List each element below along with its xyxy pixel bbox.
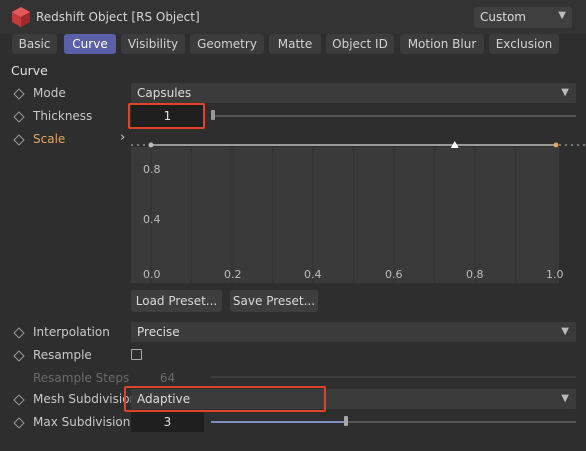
resample-steps-input[interactable]: 64 (131, 368, 204, 388)
save-preset-button[interactable]: Save Preset... (230, 290, 318, 312)
resample-label: Resample (33, 348, 92, 362)
keyframe-diamond-icon[interactable] (13, 394, 25, 406)
mode-label: Mode (33, 86, 66, 100)
keyframe-diamond-icon[interactable] (13, 88, 25, 100)
panel-title: Redshift Object [RS Object] (36, 10, 200, 24)
curve-point[interactable] (553, 142, 559, 148)
tab-exclusion[interactable]: Exclusion (489, 34, 559, 54)
scale-label: Scale (33, 132, 66, 146)
preset-value: Custom (480, 10, 526, 24)
interpolation-label: Interpolation (33, 325, 110, 339)
x-tick-label: 1.0 (546, 268, 564, 281)
chevron-down-icon: ▼ (561, 326, 569, 337)
y-tick-label: 0.4 (143, 213, 161, 226)
tab-visibility[interactable]: Visibility (121, 34, 185, 54)
mode-value: Capsules (137, 86, 192, 100)
curve-svg (131, 141, 586, 283)
tab-basic[interactable]: Basic (12, 34, 57, 54)
thickness-slider-handle[interactable] (211, 110, 215, 120)
mesh-subdivision-highlight-box (124, 386, 326, 412)
max-subdivisions-label: Max Subdivisions (33, 415, 137, 429)
x-tick-label: 0.4 (304, 268, 322, 281)
tab-motion-blur[interactable]: Motion Blur (400, 34, 484, 54)
keyframe-diamond-icon[interactable] (13, 111, 25, 123)
chevron-down-icon: ▼ (561, 87, 569, 98)
thickness-slider-track[interactable] (211, 115, 576, 117)
keyframe-diamond-icon[interactable] (13, 350, 25, 362)
redshift-logo-icon (12, 7, 30, 27)
chevron-down-icon: ▼ (561, 393, 569, 404)
tab-curve[interactable]: Curve (64, 34, 116, 54)
max-subdivisions-slider-handle[interactable] (344, 416, 349, 426)
thickness-label: Thickness (33, 109, 93, 123)
section-title: Curve (11, 63, 48, 78)
x-tick-label: 0.0 (143, 268, 161, 281)
resample-checkbox[interactable] (131, 349, 142, 360)
mode-dropdown[interactable]: Capsules ▼ (131, 83, 576, 103)
x-tick-label: 0.2 (224, 268, 242, 281)
load-preset-button[interactable]: Load Preset... (131, 290, 222, 312)
thickness-highlight-box (128, 103, 205, 129)
keyframe-diamond-icon[interactable] (13, 327, 25, 339)
keyframe-diamond-icon[interactable] (13, 417, 25, 429)
y-tick-label: 0.8 (143, 163, 161, 176)
expand-arrow-icon[interactable]: › (120, 130, 125, 145)
tab-matte[interactable]: Matte (269, 34, 321, 54)
tab-geometry[interactable]: Geometry (190, 34, 264, 54)
mesh-subdivision-label: Mesh Subdivision (33, 392, 138, 406)
chevron-down-icon: ▼ (558, 10, 566, 21)
resample-steps-label: Resample Steps (33, 371, 130, 385)
layout-preset-dropdown[interactable]: Custom ▼ (474, 7, 572, 28)
curve-point[interactable] (148, 142, 154, 148)
interpolation-value: Precise (137, 325, 180, 339)
interpolation-dropdown[interactable]: Precise ▼ (131, 322, 576, 342)
x-tick-label: 0.8 (466, 268, 484, 281)
max-subdivisions-slider-fill (211, 421, 347, 423)
keyframe-diamond-icon[interactable] (13, 134, 25, 146)
max-subdivisions-input[interactable]: 3 (131, 412, 204, 432)
resample-steps-slider-track[interactable] (211, 376, 576, 378)
x-tick-label: 0.6 (385, 268, 403, 281)
tab-object-id[interactable]: Object ID (326, 34, 394, 54)
